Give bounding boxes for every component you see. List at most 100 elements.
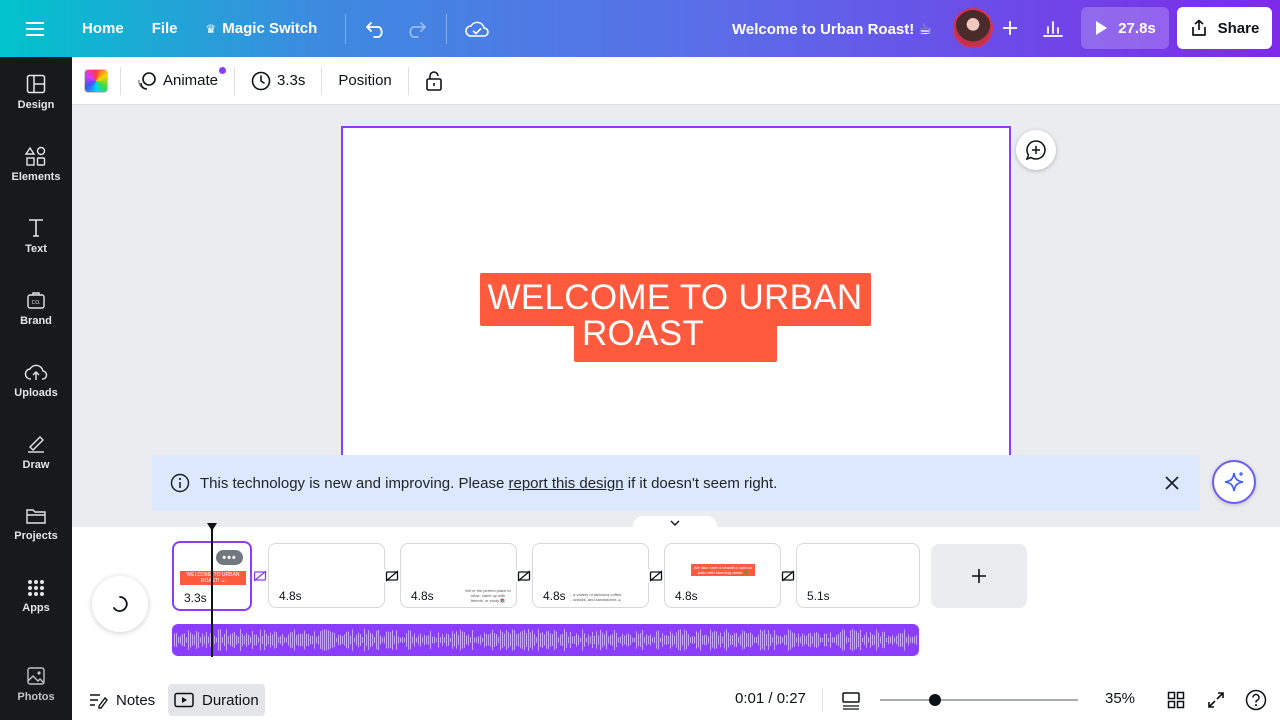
- magic-switch-button[interactable]: ♛ Magic Switch: [196, 9, 328, 49]
- position-button[interactable]: Position: [334, 63, 395, 99]
- brand-icon: CO.: [27, 291, 45, 309]
- home-button[interactable]: Home: [72, 9, 134, 49]
- add-comment-button[interactable]: [1016, 130, 1056, 170]
- timeline-clip-2[interactable]: 4.8s: [268, 543, 385, 608]
- sidebar-item-design[interactable]: Design: [0, 57, 72, 127]
- photo-icon: [27, 666, 45, 685]
- fullscreen-icon[interactable]: [1204, 688, 1228, 712]
- timeline-clip-4[interactable]: ... a variety of delicious coffee ... sn…: [532, 543, 649, 608]
- zoom-slider-track[interactable]: [880, 699, 1078, 701]
- audio-waveform: [174, 629, 917, 651]
- report-design-link[interactable]: report this design: [509, 475, 624, 492]
- timing-button[interactable]: 3.3s: [247, 63, 309, 99]
- total-duration-label: 27.8s: [1118, 19, 1156, 37]
- sidebar-item-photos[interactable]: Photos: [0, 649, 72, 719]
- clock-icon: [251, 71, 271, 90]
- new-feature-dot: [219, 66, 227, 74]
- magic-switch-label: Magic Switch: [222, 20, 318, 37]
- transition-icon[interactable]: [648, 568, 664, 584]
- duration-button[interactable]: Duration: [168, 684, 265, 716]
- sidebar-item-apps[interactable]: Apps: [0, 561, 72, 631]
- add-collaborator-plus-icon[interactable]: [990, 8, 1030, 48]
- shapes-icon: [25, 146, 46, 166]
- banner-message: This technology is new and improving. Pl…: [200, 475, 777, 492]
- close-icon[interactable]: [1160, 471, 1184, 495]
- clip-duration: 4.8s: [277, 589, 304, 603]
- top-bar: Home File ♛ Magic Switch Welcome to Urba…: [0, 0, 1280, 57]
- sidebar-item-projects[interactable]: Projects: [0, 489, 72, 559]
- menu-icon[interactable]: [0, 0, 72, 57]
- add-page-button[interactable]: [931, 544, 1027, 608]
- transition-icon[interactable]: [384, 568, 400, 584]
- title-text-element[interactable]: WELCOME TO URBAN ROAST: [470, 280, 880, 352]
- timeline-clip-6[interactable]: 5.1s: [796, 543, 920, 608]
- transition-icon[interactable]: [780, 568, 796, 584]
- sidebar-item-text[interactable]: Text: [0, 201, 72, 271]
- design-title[interactable]: Welcome to Urban Roast! ☕: [732, 0, 932, 57]
- apps-icon: [28, 579, 44, 596]
- timeline-clip-5[interactable]: We also have a beautiful outdoor patio w…: [664, 543, 781, 608]
- share-icon: [1191, 19, 1206, 36]
- context-toolbar: Animate 3.3s Position: [72, 57, 1280, 105]
- svg-text:CO.: CO.: [32, 300, 41, 306]
- playhead[interactable]: [211, 526, 213, 657]
- left-sidebar: Design Elements Text CO. Brand Uploads D…: [0, 57, 72, 720]
- sidebar-item-elements[interactable]: Elements: [0, 129, 72, 199]
- sidebar-item-draw[interactable]: Draw: [0, 417, 72, 487]
- clip-thumbnail-text: WELCOME TO URBAN ROAST! ☕: [180, 571, 246, 585]
- clip-more-options-button[interactable]: •••: [216, 550, 243, 565]
- pages-view-icon[interactable]: [839, 688, 863, 712]
- clip-thumbnail-text: We're the perfect place to relax, catch …: [465, 588, 511, 603]
- cloud-saved-icon[interactable]: [457, 9, 497, 49]
- avatar[interactable]: [953, 8, 993, 48]
- notes-button[interactable]: Notes: [82, 684, 161, 716]
- crown-icon: ♛: [205, 21, 217, 36]
- file-menu-button[interactable]: File: [142, 9, 188, 49]
- sidebar-item-label: Apps: [22, 601, 50, 614]
- upload-icon: [24, 364, 48, 380]
- redo-icon[interactable]: [396, 9, 436, 49]
- lock-icon[interactable]: [421, 63, 447, 99]
- audio-track[interactable]: [172, 624, 919, 656]
- undo-icon[interactable]: [356, 9, 396, 49]
- animate-label: Animate: [163, 72, 219, 89]
- zoom-level[interactable]: 35%: [1105, 690, 1135, 707]
- divider: [321, 66, 323, 95]
- playback-time: 0:01 / 0:27: [735, 690, 806, 707]
- present-play-button[interactable]: 27.8s: [1081, 7, 1169, 49]
- clip-thumbnail-text: We also have a beautiful outdoor patio w…: [691, 564, 755, 576]
- sidebar-item-label: Text: [25, 242, 47, 255]
- comment-plus-icon: [1025, 140, 1046, 161]
- timing-label: 3.3s: [277, 72, 306, 89]
- notes-icon: [90, 694, 108, 709]
- clip-duration: 4.8s: [409, 589, 436, 603]
- playhead-handle-icon[interactable]: [206, 522, 218, 532]
- insights-chart-icon[interactable]: [1033, 8, 1073, 48]
- timeline-clip-3[interactable]: We're the perfect place to relax, catch …: [400, 543, 517, 608]
- clip-duration: 4.8s: [541, 589, 568, 603]
- animate-icon: [138, 71, 156, 90]
- sidebar-item-brand[interactable]: CO. Brand: [0, 273, 72, 343]
- grid-view-icon[interactable]: [1164, 688, 1188, 712]
- sidebar-item-uploads[interactable]: Uploads: [0, 345, 72, 415]
- sidebar-item-label: Photos: [17, 690, 55, 703]
- help-icon[interactable]: [1244, 688, 1268, 712]
- layout-icon: [26, 74, 46, 93]
- transition-icon[interactable]: [516, 568, 532, 584]
- video-play-icon: [174, 692, 194, 708]
- divider: [822, 688, 823, 712]
- divider: [446, 13, 448, 44]
- share-button[interactable]: Share: [1177, 7, 1272, 49]
- sparkle-icon: [1224, 472, 1244, 492]
- color-picker-swatch[interactable]: [84, 68, 108, 93]
- collapse-timeline-chevron-icon[interactable]: [633, 516, 717, 530]
- magic-assistant-button[interactable]: [1212, 460, 1256, 504]
- sidebar-item-label: Brand: [20, 314, 52, 327]
- animate-button[interactable]: Animate: [133, 63, 227, 99]
- title-line-1: WELCOME TO URBAN: [487, 278, 863, 317]
- banner-text-prefix: This technology is new and improving. Pl…: [200, 474, 509, 492]
- sidebar-item-label: Design: [17, 98, 55, 111]
- folder-icon: [26, 508, 46, 524]
- text-icon: [29, 218, 43, 237]
- transition-icon[interactable]: [252, 568, 268, 584]
